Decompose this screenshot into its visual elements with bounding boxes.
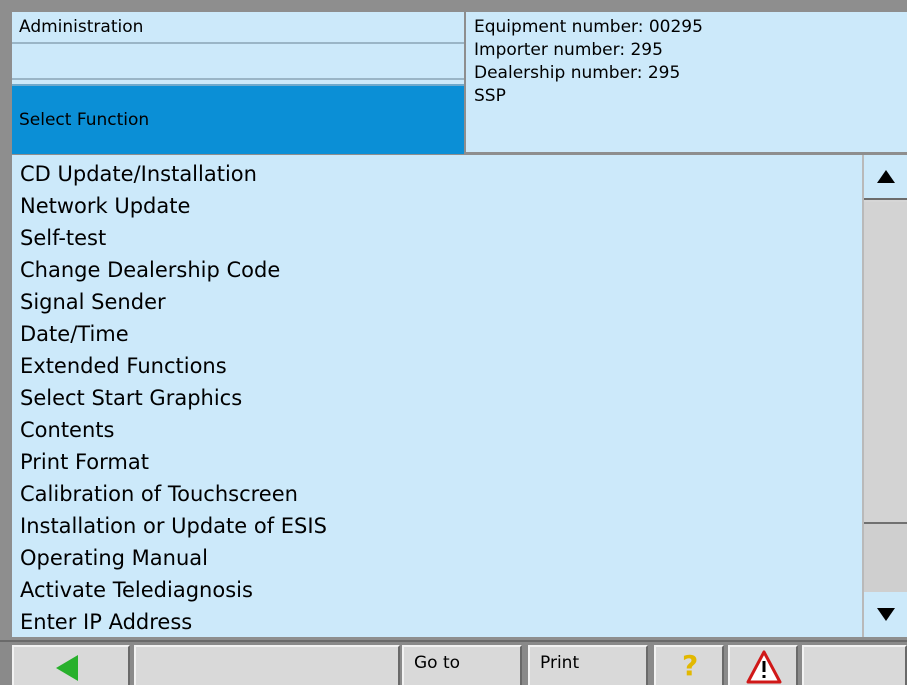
back-arrow-icon bbox=[56, 655, 78, 681]
importer-number: Importer number: 295 bbox=[474, 40, 663, 60]
help-button[interactable]: ? bbox=[654, 645, 724, 685]
list-item-extended-functions[interactable]: Extended Functions bbox=[12, 350, 862, 382]
list-item-cd-update[interactable]: CD Update/Installation bbox=[12, 158, 862, 190]
dealership-number: Dealership number: 295 bbox=[474, 63, 681, 83]
equipment-info-panel: Equipment number: 00295 Importer number:… bbox=[466, 12, 907, 152]
list-item-print-format[interactable]: Print Format bbox=[12, 446, 862, 478]
equipment-number: Equipment number: 00295 bbox=[474, 17, 703, 37]
header-left-panel: Administration Select Function bbox=[12, 12, 464, 154]
scroll-thumb[interactable] bbox=[864, 522, 907, 592]
list-item-contents[interactable]: Contents bbox=[12, 414, 862, 446]
warning-button[interactable] bbox=[728, 645, 798, 685]
list-item-signal-sender[interactable]: Signal Sender bbox=[12, 286, 862, 318]
warning-triangle-icon bbox=[746, 650, 782, 684]
ssp-label: SSP bbox=[474, 86, 506, 106]
scroll-down-button[interactable] bbox=[864, 592, 907, 637]
list-item-install-update-esis[interactable]: Installation or Update of ESIS bbox=[12, 510, 862, 542]
print-button[interactable]: Print bbox=[528, 645, 648, 685]
back-button[interactable] bbox=[12, 645, 130, 685]
select-function-label: Select Function bbox=[12, 84, 464, 154]
question-mark-icon: ? bbox=[682, 649, 699, 682]
list-item-network-update[interactable]: Network Update bbox=[12, 190, 862, 222]
arrow-down-icon bbox=[876, 608, 895, 621]
scroll-up-button[interactable] bbox=[864, 155, 907, 200]
header-blank-row bbox=[12, 46, 464, 80]
scroll-track[interactable] bbox=[864, 202, 907, 522]
diagnostic-window: Administration Select Function Equipment… bbox=[0, 0, 907, 685]
list-item-calibration-touchscreen[interactable]: Calibration of Touchscreen bbox=[12, 478, 862, 510]
list-scrollbar[interactable] bbox=[862, 155, 907, 637]
list-item-operating-manual[interactable]: Operating Manual bbox=[12, 542, 862, 574]
arrow-up-icon bbox=[876, 170, 895, 183]
empty-toolbar-button[interactable] bbox=[134, 645, 400, 685]
administration-label: Administration bbox=[12, 12, 464, 44]
list-item-change-dealership-code[interactable]: Change Dealership Code bbox=[12, 254, 862, 286]
list-item-self-test[interactable]: Self-test bbox=[12, 222, 862, 254]
list-item-enter-ip-address[interactable]: Enter IP Address bbox=[12, 606, 862, 638]
list-item-select-start-graphics[interactable]: Select Start Graphics bbox=[12, 382, 862, 414]
list-item-date-time[interactable]: Date/Time bbox=[12, 318, 862, 350]
list-item-activate-telediagnosis[interactable]: Activate Telediagnosis bbox=[12, 574, 862, 606]
goto-button[interactable]: Go to bbox=[402, 645, 522, 685]
function-list: CD Update/Installation Network Update Se… bbox=[12, 155, 862, 637]
empty-end-button[interactable] bbox=[802, 645, 907, 685]
bottom-toolbar: Go to Print ? bbox=[0, 640, 907, 685]
